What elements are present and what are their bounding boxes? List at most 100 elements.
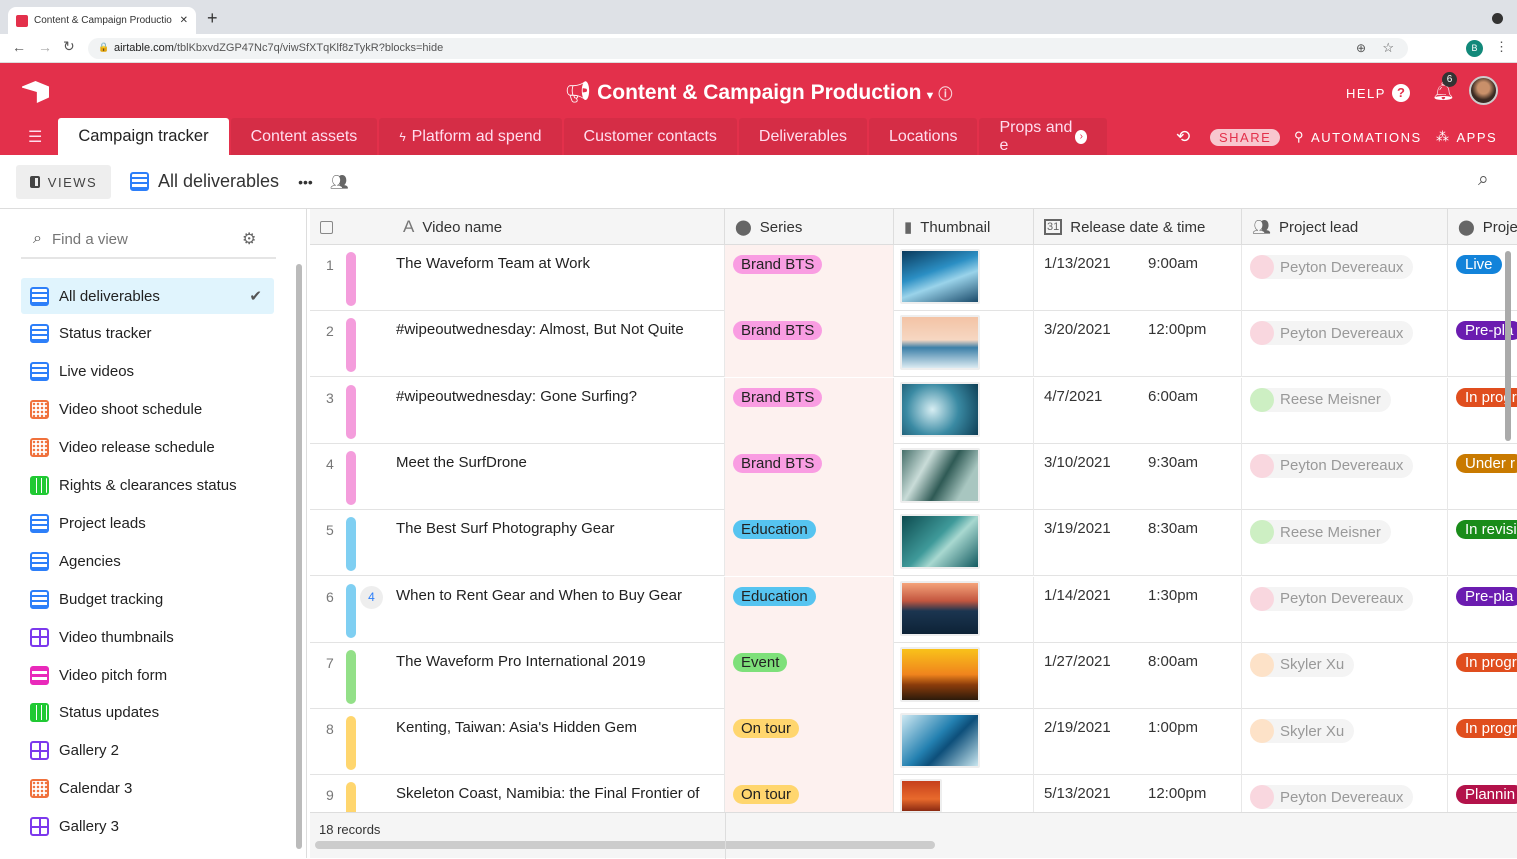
table-row[interactable]: 3 #wipeoutwednesday: Gone Surfing? Brand… bbox=[310, 377, 1517, 444]
sidebar-view-project-leads[interactable]: Project leads bbox=[21, 505, 274, 541]
apps-button[interactable]: ⁂ APPS bbox=[1436, 129, 1497, 145]
find-view-input[interactable] bbox=[51, 230, 232, 248]
find-view-search[interactable]: ⌕ ⚙ bbox=[21, 221, 276, 259]
thumbnail-cell[interactable] bbox=[894, 576, 1034, 643]
project-status-cell[interactable]: Under r bbox=[1448, 444, 1517, 510]
browser-tab[interactable]: Content & Campaign Productio ✕ bbox=[8, 7, 196, 34]
hamburger-icon[interactable]: ☰ bbox=[0, 118, 56, 155]
bookmark-star-icon[interactable]: ☆ bbox=[1382, 40, 1394, 56]
project-lead-cell[interactable]: Peyton Devereaux bbox=[1242, 245, 1448, 311]
history-icon[interactable]: ⟲ bbox=[1176, 127, 1190, 147]
sidebar-view-video-pitch-form[interactable]: Video pitch form bbox=[21, 657, 274, 693]
share-button[interactable]: SHARE bbox=[1210, 129, 1281, 146]
sidebar-view-video-shoot-schedule[interactable]: Video shoot schedule bbox=[21, 392, 274, 428]
project-lead-cell[interactable]: Peyton Devereaux bbox=[1242, 576, 1448, 643]
column-header-project-lead[interactable]: 👥︎ Project lead bbox=[1242, 209, 1448, 245]
series-cell[interactable]: Brand BTS bbox=[725, 245, 894, 311]
series-cell[interactable]: On tour bbox=[725, 709, 894, 776]
thumbnail-image[interactable] bbox=[900, 514, 980, 570]
sidebar-view-live-videos[interactable]: Live videos bbox=[21, 354, 274, 390]
forward-icon[interactable]: → bbox=[38, 39, 52, 55]
profile-avatar[interactable]: B bbox=[1466, 40, 1483, 57]
project-lead-cell[interactable]: Peyton Devereaux bbox=[1242, 443, 1448, 510]
series-cell[interactable]: Education bbox=[725, 510, 894, 577]
horizontal-scrollbar[interactable] bbox=[315, 841, 935, 849]
help-button[interactable]: HELP? bbox=[1346, 84, 1410, 102]
sidebar-view-budget-tracking[interactable]: Budget tracking bbox=[21, 581, 274, 617]
table-row[interactable]: 5 The Best Surf Photography Gear Educati… bbox=[310, 510, 1517, 577]
series-cell[interactable]: Brand BTS bbox=[725, 311, 894, 378]
series-cell[interactable]: Event bbox=[725, 642, 894, 709]
project-status-cell[interactable]: In progr bbox=[1448, 643, 1517, 709]
project-status-cell[interactable]: In progr bbox=[1448, 709, 1517, 775]
tab-deliverables[interactable]: Deliverables bbox=[738, 118, 867, 155]
thumbnail-cell[interactable] bbox=[894, 443, 1034, 510]
project-status-cell[interactable]: In revisi bbox=[1448, 510, 1517, 576]
thumbnail-cell[interactable] bbox=[894, 642, 1034, 709]
sidebar-scrollbar[interactable] bbox=[296, 264, 302, 849]
sidebar-view-status-tracker[interactable]: Status tracker bbox=[21, 316, 274, 352]
sidebar-view-video-thumbnails[interactable]: Video thumbnails bbox=[21, 619, 274, 655]
browser-menu-icon[interactable]: ⋮ bbox=[1495, 39, 1508, 55]
table-row[interactable]: 2 #wipeoutwednesday: Almost, But Not Qui… bbox=[310, 311, 1517, 378]
release-date-cell[interactable]: 3/10/2021 9:30am bbox=[1034, 443, 1242, 510]
grid-vertical-scrollbar[interactable] bbox=[1505, 251, 1511, 441]
release-date-cell[interactable]: 4/7/2021 6:00am bbox=[1034, 377, 1242, 444]
sidebar-view-gallery-2[interactable]: Gallery 2 bbox=[21, 733, 274, 769]
back-icon[interactable]: ← bbox=[12, 39, 26, 55]
table-row[interactable]: 7 The Waveform Pro International 2019 Ev… bbox=[310, 642, 1517, 709]
project-lead-cell[interactable]: Peyton Devereaux bbox=[1242, 311, 1448, 378]
select-all-checkbox[interactable] bbox=[320, 220, 333, 234]
thumbnail-image[interactable] bbox=[900, 381, 980, 437]
thumbnail-cell[interactable] bbox=[894, 709, 1034, 776]
tab-content-assets[interactable]: Content assets bbox=[230, 118, 378, 155]
sidebar-view-status-updates[interactable]: Status updates bbox=[21, 695, 274, 731]
thumbnail-image[interactable] bbox=[900, 580, 980, 636]
column-header-project-status[interactable]: ⬤ Proje bbox=[1448, 209, 1517, 245]
gear-icon[interactable]: ⚙ bbox=[242, 229, 256, 249]
thumbnail-cell[interactable] bbox=[894, 245, 1034, 311]
close-tab-icon[interactable]: ✕ bbox=[180, 15, 188, 26]
series-cell[interactable]: Education bbox=[725, 576, 894, 643]
column-header-release-date[interactable]: 31 Release date & time bbox=[1034, 209, 1242, 245]
release-date-cell[interactable]: 1/27/2021 8:00am bbox=[1034, 642, 1242, 709]
project-lead-cell[interactable]: Skyler Xu bbox=[1242, 709, 1448, 776]
video-name-cell[interactable]: 5 The Best Surf Photography Gear bbox=[310, 510, 725, 577]
thumbnail-cell[interactable] bbox=[894, 377, 1034, 444]
reload-icon[interactable]: ↻ bbox=[63, 38, 75, 55]
collaborators-icon[interactable]: 👥︎ bbox=[330, 173, 349, 191]
tab-platform-ad-spend[interactable]: ϟ Platform ad spend bbox=[379, 118, 562, 155]
thumbnail-cell[interactable] bbox=[894, 311, 1034, 378]
project-status-cell[interactable]: Pre-pla bbox=[1448, 577, 1517, 643]
thumbnail-image[interactable] bbox=[900, 779, 942, 814]
sidebar-view-rights-clearances-status[interactable]: Rights & clearances status bbox=[21, 468, 274, 504]
release-date-cell[interactable]: 3/20/2021 12:00pm bbox=[1034, 311, 1242, 378]
column-header-thumbnail[interactable]: ▮ Thumbnail bbox=[894, 209, 1034, 245]
current-view-name[interactable]: All deliverables ••• 👥︎ bbox=[130, 171, 349, 192]
thumbnail-image[interactable] bbox=[900, 646, 980, 702]
tab-locations[interactable]: Locations bbox=[868, 118, 978, 155]
thumbnail-image[interactable] bbox=[900, 249, 980, 304]
table-row[interactable]: 8 Kenting, Taiwan: Asia's Hidden Gem On … bbox=[310, 709, 1517, 776]
project-lead-cell[interactable]: Reese Meisner bbox=[1242, 510, 1448, 577]
video-name-cell[interactable]: 8 Kenting, Taiwan: Asia's Hidden Gem bbox=[310, 709, 725, 776]
user-avatar[interactable] bbox=[1469, 76, 1498, 105]
base-title[interactable]: 📢︎ Content & Campaign Production ▼ ⓘ bbox=[0, 81, 1517, 105]
column-header-video-name[interactable]: A Video name bbox=[310, 209, 725, 245]
sidebar-view-agencies[interactable]: Agencies bbox=[21, 543, 274, 579]
scroll-tabs-right-icon[interactable]: › bbox=[1075, 129, 1088, 144]
release-date-cell[interactable]: 2/19/2021 1:00pm bbox=[1034, 709, 1242, 776]
sidebar-view-video-release-schedule[interactable]: Video release schedule bbox=[21, 430, 274, 466]
profile-menu-icon[interactable] bbox=[1492, 13, 1503, 24]
column-header-series[interactable]: ⬤ Series bbox=[725, 209, 894, 245]
views-toggle-button[interactable]: VIEWS bbox=[16, 165, 111, 199]
comment-count-badge[interactable]: 4 bbox=[360, 585, 383, 609]
thumbnail-cell[interactable] bbox=[894, 510, 1034, 577]
more-options-icon[interactable]: ••• bbox=[298, 174, 313, 190]
project-lead-cell[interactable]: Skyler Xu bbox=[1242, 642, 1448, 709]
new-tab-button[interactable]: + bbox=[207, 8, 218, 29]
url-field[interactable]: 🔒 airtable.com/tblKbxvdZGP47Nc7q/viwSfXTq… bbox=[88, 38, 1408, 59]
sidebar-view-calendar-3[interactable]: Calendar 3 bbox=[21, 771, 274, 807]
automations-button[interactable]: ⚲ AUTOMATIONS bbox=[1294, 129, 1422, 145]
sidebar-view-all-deliverables[interactable]: All deliverables ✔ bbox=[21, 278, 274, 314]
